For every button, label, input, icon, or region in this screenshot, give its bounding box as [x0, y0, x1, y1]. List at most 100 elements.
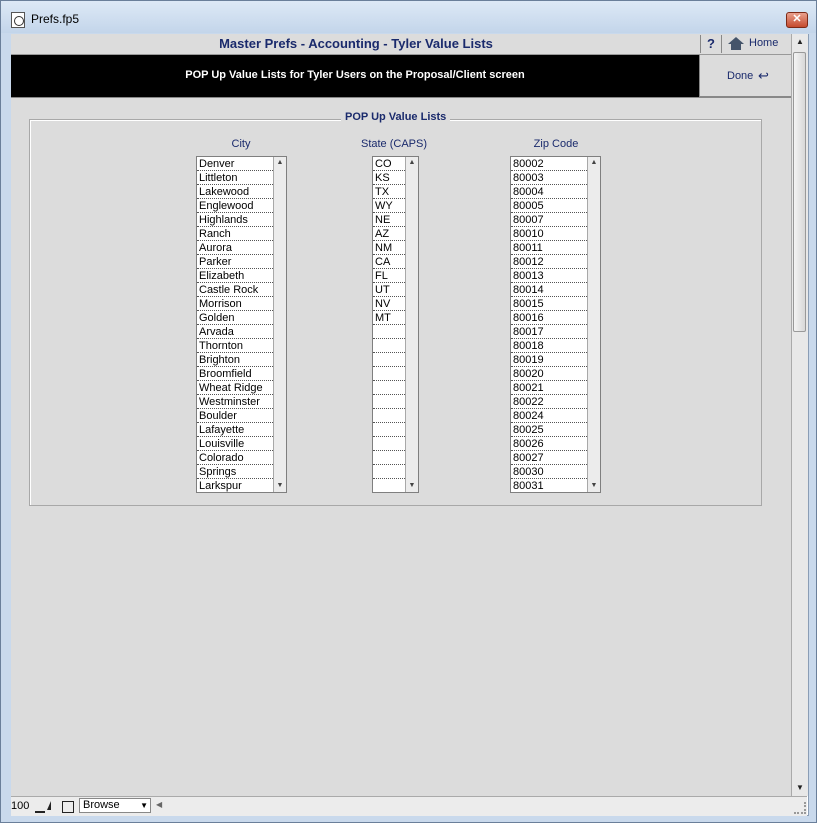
- list-item[interactable]: Denver: [197, 157, 275, 171]
- scroll-left-icon[interactable]: ◀: [156, 800, 162, 809]
- zoom-out-icon[interactable]: [35, 801, 45, 813]
- list-item[interactable]: UT: [373, 283, 407, 297]
- list-item[interactable]: [373, 395, 407, 409]
- list-item[interactable]: Boulder: [197, 409, 275, 423]
- list-item[interactable]: Morrison: [197, 297, 275, 311]
- list-item[interactable]: 80002: [511, 157, 589, 171]
- list-item[interactable]: Wheat Ridge: [197, 381, 275, 395]
- list-item[interactable]: 80007: [511, 213, 589, 227]
- list-item[interactable]: 80030: [511, 465, 589, 479]
- list-item[interactable]: [373, 381, 407, 395]
- list-item[interactable]: Larkspur: [197, 479, 275, 492]
- list-item[interactable]: 80027: [511, 451, 589, 465]
- list-item[interactable]: 80031: [511, 479, 589, 492]
- list-item[interactable]: Englewood: [197, 199, 275, 213]
- list-item[interactable]: Westminster: [197, 395, 275, 409]
- list-item[interactable]: Thornton: [197, 339, 275, 353]
- list-item[interactable]: [373, 437, 407, 451]
- zoom-in-icon[interactable]: [47, 801, 51, 810]
- zip-list[interactable]: 80002 80003 80004 80005 80007 80010 80011 80012…: [510, 156, 601, 493]
- list-item[interactable]: 80013: [511, 269, 589, 283]
- list-item[interactable]: TX: [373, 185, 407, 199]
- list-item[interactable]: 80026: [511, 437, 589, 451]
- list-item[interactable]: [373, 465, 407, 479]
- list-item[interactable]: [373, 353, 407, 367]
- list-item[interactable]: 80004: [511, 185, 589, 199]
- window-scrollbar[interactable]: ▲ ▼: [791, 34, 808, 796]
- list-item[interactable]: AZ: [373, 227, 407, 241]
- list-item[interactable]: 80011: [511, 241, 589, 255]
- close-button[interactable]: ✕: [786, 12, 808, 28]
- list-item[interactable]: Springs: [197, 465, 275, 479]
- list-item[interactable]: WY: [373, 199, 407, 213]
- list-item[interactable]: CA: [373, 255, 407, 269]
- scroll-down-icon[interactable]: ▼: [589, 481, 599, 491]
- list-item[interactable]: 80021: [511, 381, 589, 395]
- list-item[interactable]: MT: [373, 311, 407, 325]
- list-item[interactable]: Littleton: [197, 171, 275, 185]
- list-item[interactable]: Ranch: [197, 227, 275, 241]
- list-item[interactable]: Castle Rock: [197, 283, 275, 297]
- list-item[interactable]: [373, 479, 407, 492]
- list-item[interactable]: Parker: [197, 255, 275, 269]
- window-title: Prefs.fp5: [31, 12, 80, 26]
- zip-scrollbar[interactable]: ▲ ▼: [587, 157, 600, 492]
- list-item[interactable]: Broomfield: [197, 367, 275, 381]
- list-item[interactable]: NM: [373, 241, 407, 255]
- scroll-up-icon[interactable]: ▲: [794, 36, 806, 48]
- scroll-up-icon[interactable]: ▲: [407, 158, 417, 168]
- scroll-thumb[interactable]: [793, 52, 806, 332]
- list-item[interactable]: 80010: [511, 227, 589, 241]
- home-button[interactable]: Home: [721, 35, 790, 53]
- list-item[interactable]: FL: [373, 269, 407, 283]
- zoom-level[interactable]: 100: [11, 800, 29, 812]
- list-item[interactable]: 80025: [511, 423, 589, 437]
- list-item[interactable]: [373, 409, 407, 423]
- list-item[interactable]: Lakewood: [197, 185, 275, 199]
- list-item[interactable]: 80014: [511, 283, 589, 297]
- list-item[interactable]: 80003: [511, 171, 589, 185]
- mode-select[interactable]: Browse ▼: [79, 798, 151, 813]
- list-item[interactable]: Brighton: [197, 353, 275, 367]
- list-item[interactable]: 80024: [511, 409, 589, 423]
- status-area-toggle-icon[interactable]: [62, 801, 74, 813]
- list-item[interactable]: 80019: [511, 353, 589, 367]
- list-item[interactable]: 80020: [511, 367, 589, 381]
- list-item[interactable]: 80012: [511, 255, 589, 269]
- list-item[interactable]: [373, 325, 407, 339]
- list-item[interactable]: CO: [373, 157, 407, 171]
- state-list[interactable]: CO KS TX WY NE AZ NM CA FL UT NV MT ▲ ▼: [372, 156, 419, 493]
- scroll-up-icon[interactable]: ▲: [589, 158, 599, 168]
- list-item[interactable]: Elizabeth: [197, 269, 275, 283]
- list-item[interactable]: 80017: [511, 325, 589, 339]
- city-scrollbar[interactable]: ▲ ▼: [273, 157, 286, 492]
- list-item[interactable]: Golden: [197, 311, 275, 325]
- list-item[interactable]: KS: [373, 171, 407, 185]
- list-item[interactable]: Arvada: [197, 325, 275, 339]
- list-item[interactable]: Lafayette: [197, 423, 275, 437]
- help-button[interactable]: ?: [700, 35, 721, 53]
- list-item[interactable]: NV: [373, 297, 407, 311]
- list-item[interactable]: 80022: [511, 395, 589, 409]
- list-item[interactable]: 80018: [511, 339, 589, 353]
- scroll-down-icon[interactable]: ▼: [794, 782, 806, 794]
- city-list[interactable]: Denver Littleton Lakewood Englewood Highland…: [196, 156, 287, 493]
- list-item[interactable]: Colorado: [197, 451, 275, 465]
- list-item[interactable]: Aurora: [197, 241, 275, 255]
- list-item[interactable]: 80016: [511, 311, 589, 325]
- list-item[interactable]: [373, 367, 407, 381]
- done-button[interactable]: Done ↩: [699, 55, 791, 97]
- list-item[interactable]: Highlands: [197, 213, 275, 227]
- state-scrollbar[interactable]: ▲ ▼: [405, 157, 418, 492]
- resize-grip[interactable]: [794, 802, 806, 814]
- scroll-down-icon[interactable]: ▼: [407, 481, 417, 491]
- scroll-up-icon[interactable]: ▲: [275, 158, 285, 168]
- list-item[interactable]: Louisville: [197, 437, 275, 451]
- list-item[interactable]: [373, 339, 407, 353]
- list-item[interactable]: 80005: [511, 199, 589, 213]
- list-item[interactable]: 80015: [511, 297, 589, 311]
- list-item[interactable]: NE: [373, 213, 407, 227]
- scroll-down-icon[interactable]: ▼: [275, 481, 285, 491]
- list-item[interactable]: [373, 451, 407, 465]
- list-item[interactable]: [373, 423, 407, 437]
